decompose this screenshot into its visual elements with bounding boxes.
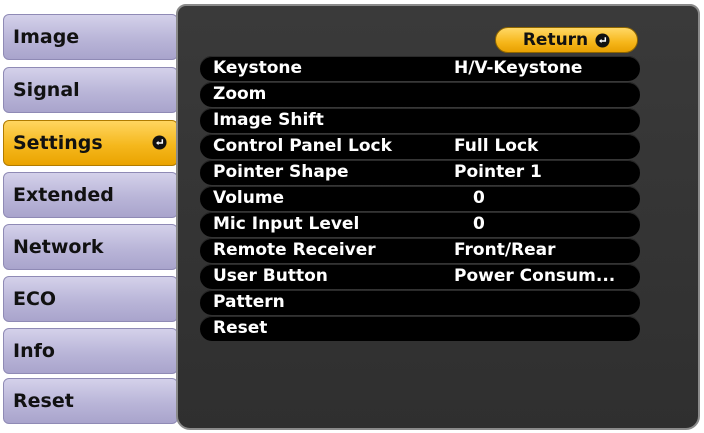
- sidebar-item-eco[interactable]: ECO: [3, 276, 178, 322]
- sidebar-item-network[interactable]: Network: [3, 224, 178, 270]
- menu-row-label: Keystone: [213, 58, 303, 78]
- sidebar-item-label: Reset: [13, 390, 74, 412]
- menu-row-pattern[interactable]: Pattern: [200, 290, 640, 315]
- menu-row-user-button[interactable]: User Button Power Consum...: [200, 264, 640, 289]
- menu-row-value: Power Consum...: [454, 266, 616, 286]
- sidebar-menu: Image Signal Settings Extended Network E…: [0, 0, 180, 433]
- menu-row-value: Full Lock: [454, 136, 539, 156]
- menu-row-value: 0: [473, 214, 485, 234]
- menu-row-label: Image Shift: [213, 110, 324, 130]
- menu-row-zoom[interactable]: Zoom: [200, 82, 640, 107]
- sidebar-item-image[interactable]: Image: [3, 14, 178, 60]
- menu-row-value: 0: [473, 188, 485, 208]
- sidebar-item-label: ECO: [13, 288, 57, 310]
- menu-row-volume[interactable]: Volume 0: [200, 186, 640, 211]
- menu-row-label: Control Panel Lock: [213, 136, 392, 156]
- menu-row-label: User Button: [213, 266, 328, 286]
- menu-row-value: H/V-Keystone: [454, 58, 583, 78]
- menu-row-label: Mic Input Level: [213, 214, 360, 234]
- menu-row-mic-input-level[interactable]: Mic Input Level 0: [200, 212, 640, 237]
- settings-menu-list: Keystone H/V-Keystone Zoom Image Shift C…: [200, 56, 640, 342]
- menu-row-label: Zoom: [213, 84, 267, 104]
- return-button[interactable]: Return: [495, 27, 638, 53]
- menu-row-label: Pointer Shape: [213, 162, 349, 182]
- sidebar-item-label: Settings: [13, 132, 103, 154]
- sidebar-item-label: Signal: [13, 79, 80, 101]
- menu-row-label: Reset: [213, 318, 268, 338]
- menu-row-value: Pointer 1: [454, 162, 542, 182]
- menu-row-label: Pattern: [213, 292, 285, 312]
- menu-row-control-panel-lock[interactable]: Control Panel Lock Full Lock: [200, 134, 640, 159]
- sidebar-item-reset[interactable]: Reset: [3, 378, 178, 424]
- menu-row-value: Front/Rear: [454, 240, 556, 260]
- sidebar-item-signal[interactable]: Signal: [3, 67, 178, 113]
- enter-icon: [152, 135, 167, 150]
- sidebar-item-label: Image: [13, 26, 80, 48]
- sidebar-item-info[interactable]: Info: [3, 328, 178, 374]
- menu-row-remote-receiver[interactable]: Remote Receiver Front/Rear: [200, 238, 640, 263]
- menu-row-reset[interactable]: Reset: [200, 316, 640, 341]
- menu-row-label: Remote Receiver: [213, 240, 376, 260]
- sidebar-item-label: Network: [13, 236, 104, 258]
- sidebar-item-label: Extended: [13, 184, 114, 206]
- sidebar-item-label: Info: [13, 340, 55, 362]
- sidebar-item-extended[interactable]: Extended: [3, 172, 178, 218]
- menu-row-image-shift[interactable]: Image Shift: [200, 108, 640, 133]
- sidebar-item-settings[interactable]: Settings: [3, 120, 178, 166]
- menu-row-pointer-shape[interactable]: Pointer Shape Pointer 1: [200, 160, 640, 185]
- menu-row-label: Volume: [213, 188, 285, 208]
- menu-row-keystone[interactable]: Keystone H/V-Keystone: [200, 56, 640, 81]
- enter-icon: [595, 32, 610, 48]
- return-button-label: Return: [522, 30, 589, 50]
